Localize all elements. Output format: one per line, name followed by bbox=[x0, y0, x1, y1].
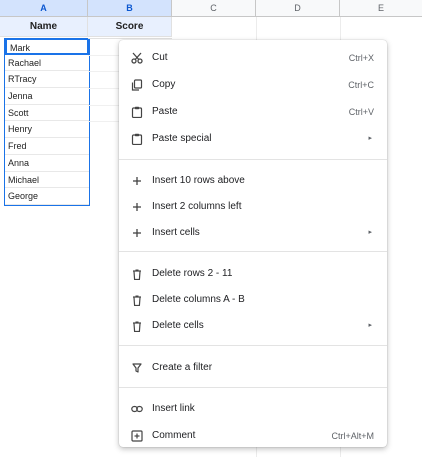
menu-item-label: Delete columns A - B bbox=[152, 294, 245, 305]
column-header-d[interactable]: D bbox=[256, 0, 340, 16]
name-header-cell[interactable]: Name bbox=[0, 17, 88, 37]
name-cell[interactable]: RTracy bbox=[5, 71, 89, 89]
name-column-selection: Mark Rachael RTracy Jenna Scott Henry Fr… bbox=[4, 38, 90, 206]
copy-icon bbox=[129, 77, 145, 93]
filter-icon bbox=[129, 360, 145, 376]
shortcut-text: Ctrl+V bbox=[348, 107, 374, 117]
menu-item-delete-rows[interactable]: Delete rows 2 - 11 bbox=[119, 263, 387, 285]
submenu-arrow-icon: ▸ bbox=[368, 322, 372, 329]
context-menu: Cut Ctrl+X Copy Ctrl+C Paste Ctrl+V Past… bbox=[119, 40, 387, 447]
menu-separator bbox=[119, 387, 387, 388]
menu-item-paste[interactable]: Paste Ctrl+V bbox=[119, 101, 387, 123]
menu-item-label: Insert 10 rows above bbox=[152, 175, 245, 186]
plus-icon bbox=[129, 225, 145, 241]
column-header-a[interactable]: A bbox=[0, 0, 88, 16]
scissors-icon bbox=[129, 50, 145, 66]
menu-item-label: Insert link bbox=[152, 403, 195, 414]
score-header-cell[interactable]: Score bbox=[88, 17, 172, 37]
clipboard-icon bbox=[129, 104, 145, 120]
plus-icon bbox=[129, 173, 145, 189]
menu-item-create-filter[interactable]: Create a filter bbox=[119, 357, 387, 379]
menu-item-label: Cut bbox=[152, 52, 168, 63]
menu-item-insert-link[interactable]: Insert link bbox=[119, 398, 387, 420]
menu-item-insert-columns[interactable]: Insert 2 columns left bbox=[119, 196, 387, 218]
submenu-arrow-icon: ▸ bbox=[368, 135, 372, 142]
menu-item-insert-rows[interactable]: Insert 10 rows above bbox=[119, 170, 387, 192]
name-cell[interactable]: Rachael bbox=[5, 55, 89, 72]
menu-item-label: Insert cells bbox=[152, 227, 200, 238]
trash-icon bbox=[129, 266, 145, 282]
trash-icon bbox=[129, 292, 145, 308]
menu-item-label: Paste special bbox=[152, 133, 212, 144]
menu-item-label: Delete rows 2 - 11 bbox=[152, 268, 233, 279]
menu-item-label: Copy bbox=[152, 79, 176, 90]
menu-item-delete-columns[interactable]: Delete columns A - B bbox=[119, 289, 387, 311]
menu-item-copy[interactable]: Copy Ctrl+C bbox=[119, 74, 387, 96]
menu-item-label: Paste bbox=[152, 106, 178, 117]
name-cell[interactable]: George bbox=[5, 188, 89, 205]
submenu-arrow-icon: ▸ bbox=[368, 229, 372, 236]
name-cell[interactable]: Scott bbox=[5, 105, 89, 122]
menu-item-comment[interactable]: Comment Ctrl+Alt+M bbox=[119, 425, 387, 447]
link-icon bbox=[129, 401, 145, 417]
shortcut-text: Ctrl+C bbox=[348, 80, 374, 90]
clipboard-icon bbox=[129, 131, 145, 147]
name-cell[interactable]: Henry bbox=[5, 121, 89, 139]
name-cell[interactable]: Fred bbox=[5, 138, 89, 155]
comment-icon bbox=[129, 428, 145, 444]
menu-item-label: Insert 2 columns left bbox=[152, 201, 242, 212]
menu-separator bbox=[119, 345, 387, 346]
column-header-c[interactable]: C bbox=[172, 0, 256, 16]
header-label-row: Name Score bbox=[0, 17, 175, 37]
name-cell[interactable]: Michael bbox=[5, 172, 89, 189]
shortcut-text: Ctrl+Alt+M bbox=[331, 431, 374, 441]
name-cell[interactable]: Jenna bbox=[5, 88, 89, 105]
menu-item-delete-cells[interactable]: Delete cells ▸ bbox=[119, 315, 387, 337]
shortcut-text: Ctrl+X bbox=[348, 53, 374, 63]
column-header-e[interactable]: E bbox=[340, 0, 422, 16]
column-header-b[interactable]: B bbox=[88, 0, 172, 16]
trash-icon bbox=[129, 318, 145, 334]
menu-item-label: Delete cells bbox=[152, 320, 204, 331]
menu-item-label: Comment bbox=[152, 430, 196, 441]
plus-icon bbox=[129, 199, 145, 215]
menu-item-cut[interactable]: Cut Ctrl+X bbox=[119, 47, 387, 69]
menu-item-paste-special[interactable]: Paste special ▸ bbox=[119, 128, 387, 150]
name-cell[interactable]: Mark bbox=[5, 38, 89, 55]
menu-item-insert-cells[interactable]: Insert cells ▸ bbox=[119, 222, 387, 244]
menu-item-label: Create a filter bbox=[152, 362, 213, 373]
menu-separator bbox=[119, 251, 387, 252]
menu-separator bbox=[119, 159, 387, 160]
column-header-row: A B C D E bbox=[0, 0, 422, 17]
name-cell[interactable]: Anna bbox=[5, 155, 89, 172]
